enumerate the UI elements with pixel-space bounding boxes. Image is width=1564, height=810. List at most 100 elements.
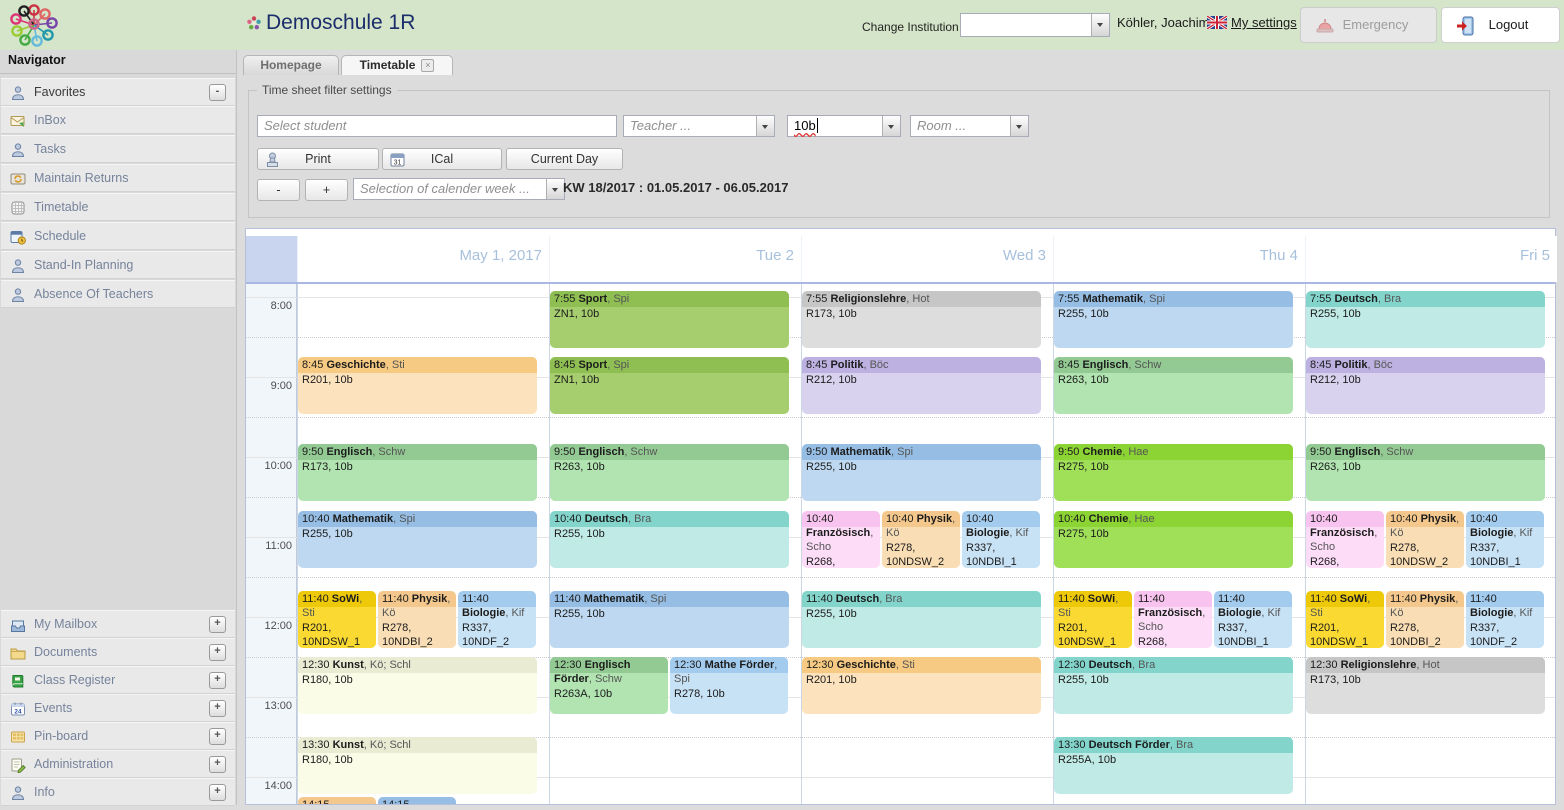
sidebar-item-stand-in-planning[interactable]: Stand-In Planning	[1, 251, 235, 279]
sidebar-item-absence-of-teachers[interactable]: Absence Of Teachers	[1, 280, 235, 308]
calendar-event[interactable]: 11:40 Mathematik, SpiR255, 10b	[550, 591, 789, 648]
calendar-event[interactable]: 11:40 Französisch, SchoR268,	[1134, 591, 1212, 648]
calendar-event[interactable]: 11:40 Biologie, KifR337, 10NDF_2	[1466, 591, 1544, 648]
calendar-event[interactable]: 8:45 Englisch, SchwR263, 10b	[1054, 357, 1293, 414]
siren-icon	[1315, 16, 1335, 36]
chevron-down-icon[interactable]	[1010, 116, 1028, 136]
day-header[interactable]: Tue 2	[549, 236, 801, 282]
emergency-button[interactable]: Emergency	[1300, 7, 1437, 43]
change-institution-select[interactable]	[960, 13, 1110, 37]
calendar-event[interactable]: 12:30 Mathe Förder, SpiR278, 10b	[670, 657, 788, 714]
sidebar-item-events[interactable]: 24Events+	[1, 694, 235, 722]
calendar-event[interactable]: 14:15	[298, 797, 376, 804]
calendar-event[interactable]: 8:45 Sport, SpiZN1, 10b	[550, 357, 789, 414]
calendar-event[interactable]: 11:40 Biologie, KifR337, 10NDF_2	[458, 591, 536, 648]
calendar-event[interactable]: 12:30 Religionslehre, HotR173, 10b	[1306, 657, 1545, 714]
calendar-event[interactable]: 12:30 Kunst, Kö; SchlR180, 10b	[298, 657, 537, 714]
tab-homepage[interactable]: Homepage	[243, 55, 339, 75]
sidebar-item-info[interactable]: Info+	[1, 778, 235, 806]
calendar-event[interactable]: 10:40 Physik, KöR278, 10NDSW_2	[882, 511, 960, 568]
expand-button[interactable]: +	[209, 756, 226, 773]
chevron-down-icon[interactable]	[756, 116, 774, 136]
calendar-event[interactable]: 8:45 Geschichte, StiR201, 10b	[298, 357, 537, 414]
calendar-event[interactable]: 10:40 Deutsch, BraR255, 10b	[550, 511, 789, 568]
calendar-event[interactable]: 10:40 Biologie, KifR337, 10NDBI_1	[1466, 511, 1544, 568]
calendar-event[interactable]: 9:50 Englisch, SchwR173, 10b	[298, 444, 537, 501]
sidebar-item-documents[interactable]: Documents+	[1, 638, 235, 666]
sidebar-item-favorites[interactable]: Favorites -	[1, 78, 235, 106]
calendar-event[interactable]: 13:30 Deutsch Förder, BraR255A, 10b	[1054, 737, 1293, 794]
calendar-event[interactable]: 10:40 Mathematik, SpiR255, 10b	[298, 511, 537, 568]
calendar-event[interactable]: 11:40 SoWi, StiR201, 10NDSW_1	[1306, 591, 1384, 648]
sidebar-item-schedule[interactable]: Schedule	[1, 222, 235, 250]
calendar-event[interactable]: 9:50 Englisch, SchwR263, 10b	[550, 444, 789, 501]
calendar-event[interactable]: 11:40 Physik, KöR278, 10NDBI_2	[378, 591, 456, 648]
calendar-event[interactable]: 12:30 Geschichte, StiR201, 10b	[802, 657, 1041, 714]
calendar-event[interactable]: 14:15	[378, 797, 456, 804]
calendar-event[interactable]: 10:40 Biologie, KifR337, 10NDBI_1	[962, 511, 1040, 568]
sidebar-item-tasks[interactable]: Tasks	[1, 135, 235, 163]
calendar-event[interactable]: 13:30 Kunst, Kö; SchlR180, 10b	[298, 737, 537, 794]
calendar-event[interactable]: 10:40 Französisch, SchoR268,	[1306, 511, 1384, 568]
calendar-event[interactable]: 11:40 Biologie, KifR337, 10NDBI_1	[1214, 591, 1292, 648]
calendar-event[interactable]: 12:30 Englisch Förder, SchwR263A, 10b	[550, 657, 668, 714]
calendar-grid: 8:00 9:00 10:00 11:00 12:00 13:00 14:00 …	[246, 284, 1555, 804]
calendar-event[interactable]: 11:40 SoWi, StiR201, 10NDSW_1	[298, 591, 376, 648]
tab-timetable[interactable]: Timetable×	[341, 55, 453, 75]
calendar-event[interactable]: 11:40 SoWi, StiR201, 10NDSW_1	[1054, 591, 1132, 648]
my-settings-link[interactable]: My settings	[1231, 15, 1297, 30]
event-room-info: R173, 10b	[1306, 672, 1545, 687]
sidebar-item-pin-board[interactable]: Pin-board+	[1, 722, 235, 750]
current-day-button[interactable]: Current Day	[506, 148, 623, 170]
print-button[interactable]: Print	[257, 148, 379, 170]
calendar-event[interactable]: 8:45 Politik, BöcR212, 10b	[802, 357, 1041, 414]
calendar-event[interactable]: 7:55 Mathematik, SpiR255, 10b	[1054, 291, 1293, 348]
expand-button[interactable]: +	[209, 672, 226, 689]
sidebar-item-class-register[interactable]: Class Register+	[1, 666, 235, 694]
expand-button[interactable]: +	[209, 728, 226, 745]
expand-button[interactable]: +	[209, 616, 226, 633]
sidebar-item-timetable[interactable]: Timetable	[1, 193, 235, 221]
event-room-info: R337, 10NDBI_1	[962, 540, 1040, 568]
collapse-button[interactable]: -	[209, 84, 226, 101]
calendar-event[interactable]: 9:50 Chemie, HaeR275, 10b	[1054, 444, 1293, 501]
day-header[interactable]: Wed 3	[801, 236, 1053, 282]
day-header[interactable]: Fri 5	[1305, 236, 1557, 282]
calendar-event[interactable]: 10:40 Physik, KöR278, 10NDSW_2	[1386, 511, 1464, 568]
calendar-event[interactable]: 7:55 Sport, SpiZN1, 10b	[550, 291, 789, 348]
select-student-input[interactable]: Select student	[257, 115, 617, 137]
expand-button[interactable]: +	[209, 644, 226, 661]
expand-button[interactable]: +	[209, 784, 226, 801]
sidebar-item-inbox[interactable]: InBox	[1, 106, 235, 134]
room-select[interactable]: Room ...	[910, 115, 1029, 137]
calendar-event[interactable]: 8:45 Politik, BöcR212, 10b	[1306, 357, 1545, 414]
ical-button[interactable]: 31 ICal	[382, 148, 502, 170]
calendar-event[interactable]: 7:55 Religionslehre, HotR173, 10b	[802, 291, 1041, 348]
week-select[interactable]: Selection of calender week ...	[353, 178, 565, 200]
sidebar-item-administration[interactable]: Administration+	[1, 750, 235, 778]
calendar-event[interactable]: 12:30 Deutsch, BraR255, 10b	[1054, 657, 1293, 714]
week-next-button[interactable]: +	[305, 179, 348, 201]
tab-close-icon[interactable]: ×	[421, 59, 434, 72]
expand-button[interactable]: +	[209, 700, 226, 717]
calendar-event[interactable]: 10:40 Chemie, HaeR275, 10b	[1054, 511, 1293, 568]
logout-button[interactable]: Logout	[1441, 7, 1560, 43]
calendar-event[interactable]: 10:40 Französisch, SchoR268,	[802, 511, 880, 568]
calendar-event[interactable]: 11:40 Deutsch, BraR255, 10b	[802, 591, 1041, 648]
chevron-down-icon[interactable]	[882, 116, 900, 136]
calendar-event[interactable]: 9:50 Mathematik, SpiR255, 10b	[802, 444, 1041, 501]
teacher-select[interactable]: Teacher ...	[623, 115, 775, 137]
day-header[interactable]: Thu 4	[1053, 236, 1305, 282]
pinboard-icon	[10, 728, 26, 744]
class-select[interactable]: 10b	[787, 115, 901, 137]
calendar-event[interactable]: 7:55 Deutsch, BraR255, 10b	[1306, 291, 1545, 348]
sidebar-item-my-mailbox[interactable]: My Mailbox+	[1, 610, 235, 638]
calendar-event[interactable]: 11:40 Physik, KöR278, 10NDBI_2	[1386, 591, 1464, 648]
week-prev-button[interactable]: -	[257, 179, 300, 201]
sidebar-item-maintain-returns[interactable]: Maintain Returns	[1, 164, 235, 192]
chevron-down-icon[interactable]	[546, 179, 564, 199]
chevron-down-icon[interactable]	[1091, 14, 1109, 36]
calendar-event[interactable]: 9:50 Englisch, SchwR263, 10b	[1306, 444, 1545, 501]
day-header[interactable]: May 1, 2017	[297, 236, 549, 282]
event-room-info: R255, 10b	[298, 526, 537, 541]
